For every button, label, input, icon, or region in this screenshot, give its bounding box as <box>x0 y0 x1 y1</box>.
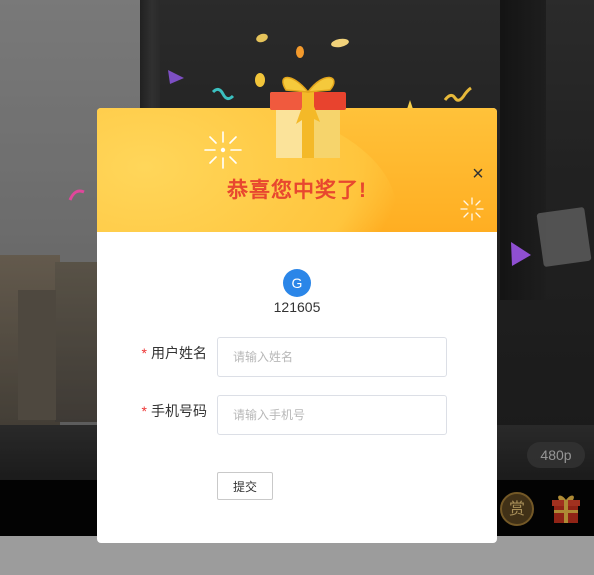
submit-button[interactable]: 提交 <box>217 472 273 500</box>
prize-dialog: 恭喜您中奖了! × G 121605 *用户姓名 *手机号码 提交 <box>97 76 497 543</box>
avatar: G <box>283 269 311 297</box>
required-mark: * <box>141 345 147 361</box>
header-highlight <box>97 108 397 232</box>
name-field-label: * 用户姓名 <box>97 343 207 363</box>
name-label-text: 用户姓名 <box>151 345 207 361</box>
dialog-title: 恭喜您中奖了! <box>227 179 367 202</box>
phone-label-text: 手机号码 <box>151 403 207 419</box>
close-icon[interactable]: × <box>467 164 489 186</box>
name-input[interactable] <box>217 337 447 377</box>
phone-input[interactable] <box>217 395 447 435</box>
gift-box-icon <box>270 76 346 158</box>
sparkle-icon <box>204 131 242 169</box>
user-id: 121605 <box>273 299 321 315</box>
phone-field-label: * 手机号码 <box>97 401 207 421</box>
required-mark: * <box>141 403 147 419</box>
